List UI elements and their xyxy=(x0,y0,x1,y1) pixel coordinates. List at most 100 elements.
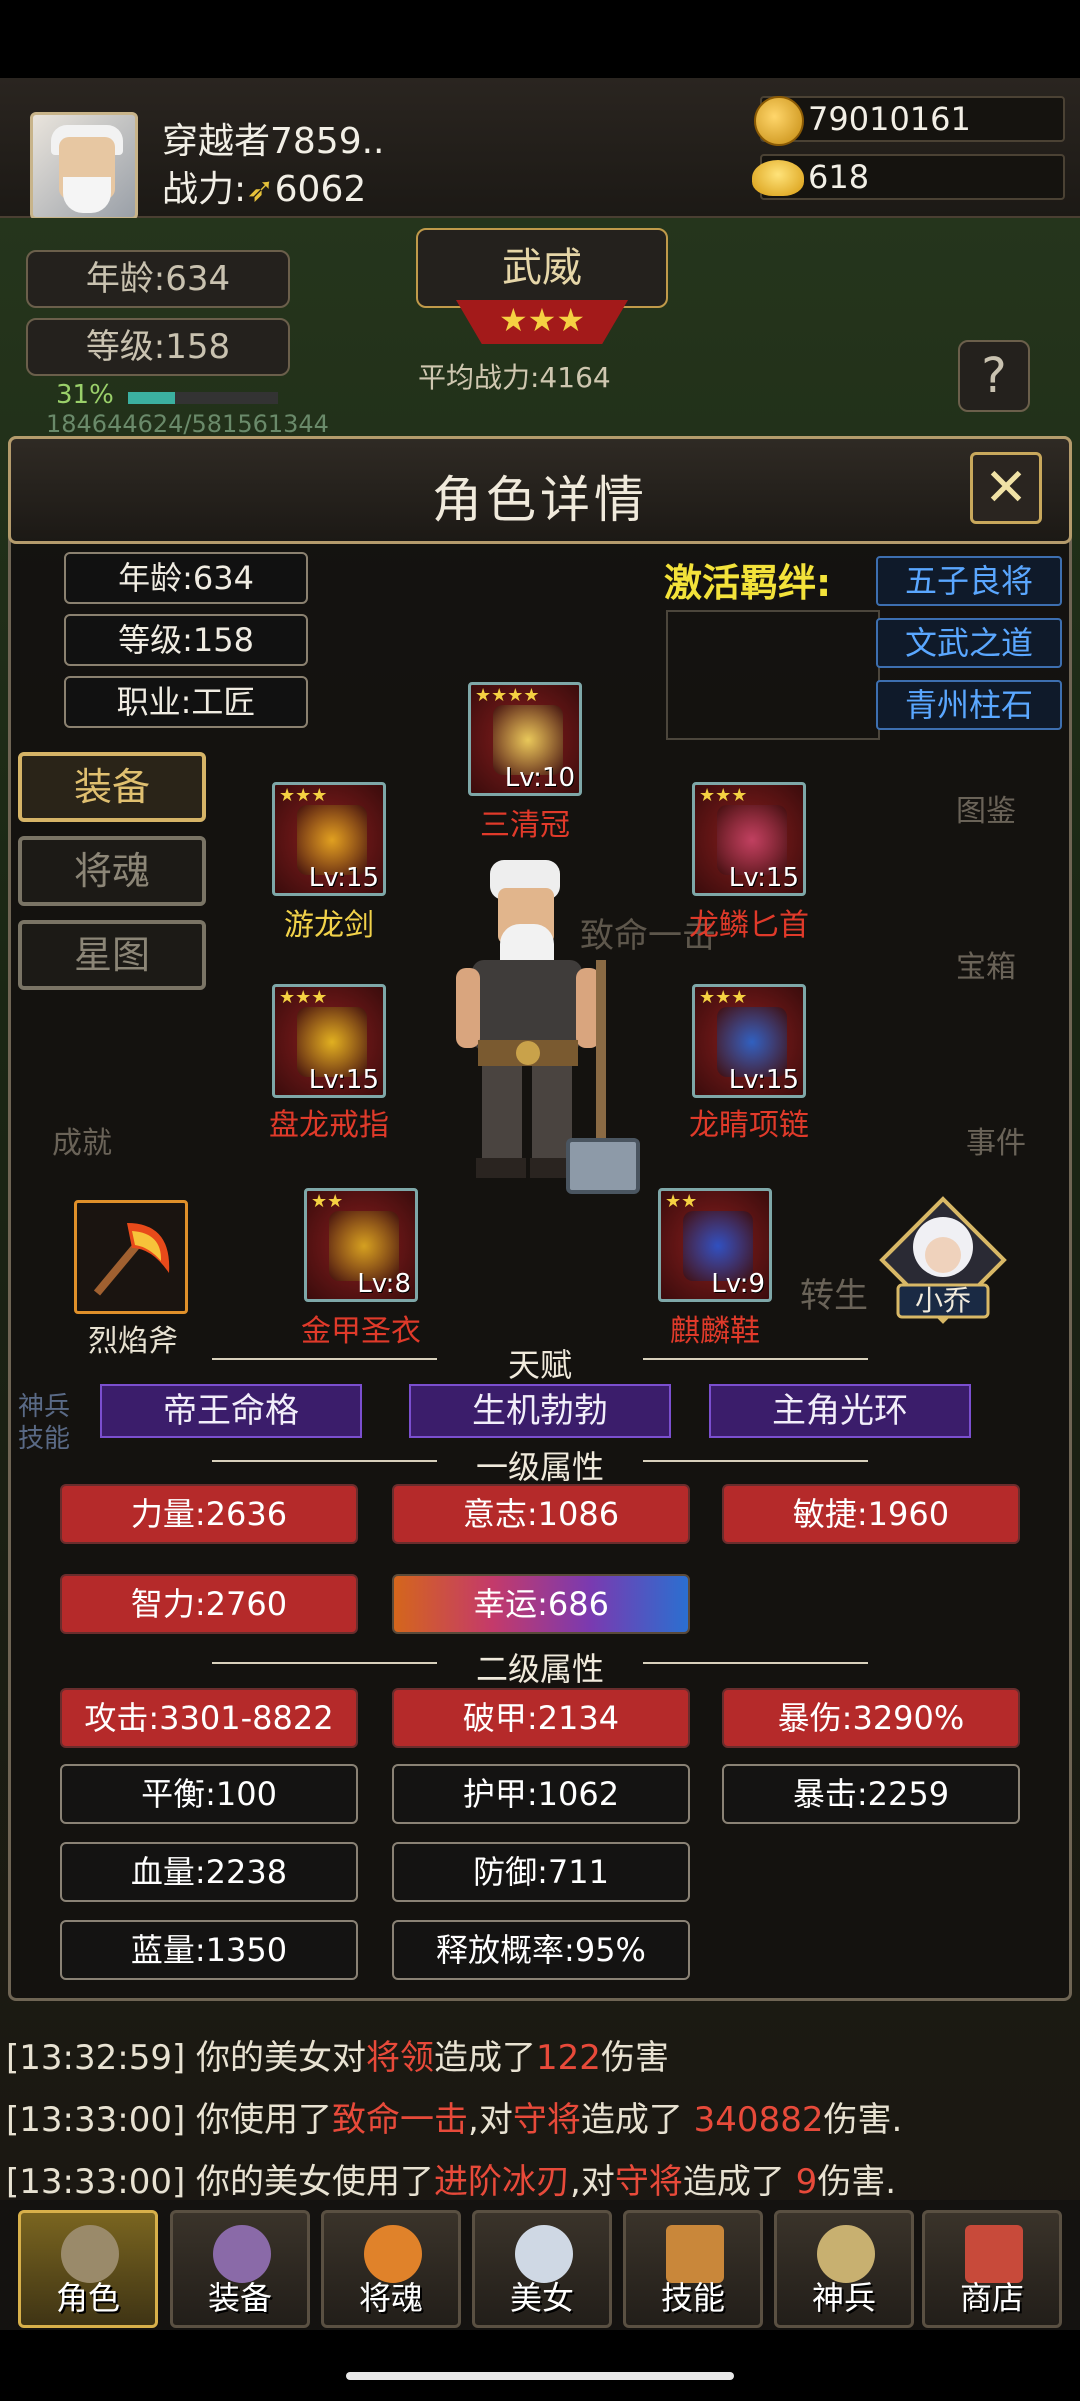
bg-side-label: 成就 xyxy=(52,1126,112,1161)
star-rating: ★★★ xyxy=(279,987,328,1008)
tab-soul[interactable]: 将魂 xyxy=(18,836,206,906)
bg-side-label: 宝箱 xyxy=(956,950,1016,985)
star-rating: ★★★ xyxy=(699,785,748,806)
close-button[interactable]: ✕ xyxy=(970,452,1042,524)
equip-slot-dagger[interactable]: ★★★ Lv:15 xyxy=(692,782,806,896)
bond-title: 激活羁绊: xyxy=(664,561,832,605)
beauty-portrait[interactable]: 小乔 xyxy=(878,1195,1008,1325)
bg-exp-text: 184644624/581561344 xyxy=(46,410,329,438)
bg-side-label: 技能 xyxy=(18,1424,71,1454)
nav-label: 神兵 xyxy=(811,2279,876,2317)
tab-star-map[interactable]: 星图 xyxy=(18,920,206,990)
bg-exp-bar xyxy=(128,392,278,404)
equip-slot-ring[interactable]: ★★★ Lv:15 xyxy=(272,984,386,1098)
attr-intellect: 智力:2760 xyxy=(60,1574,358,1634)
nav-skill[interactable]: 技能 xyxy=(623,2210,763,2328)
nav-shop[interactable]: 商店 xyxy=(922,2210,1062,2328)
gold-display[interactable]: 79010161 xyxy=(754,96,1065,146)
equip-slot-weapon[interactable]: ★★★ Lv:15 xyxy=(272,782,386,896)
equip-level: Lv:15 xyxy=(728,863,799,893)
attr-luck: 幸运:686 xyxy=(392,1574,690,1634)
bg-side-label: 事件 xyxy=(966,1126,1026,1161)
talent-tag[interactable]: 生机勃勃 xyxy=(409,1384,671,1438)
info-age: 年龄:634 xyxy=(64,552,308,604)
status-bar xyxy=(0,0,1080,78)
player-name: 穿越者7859.. xyxy=(162,121,385,162)
bg-exp-percent: 31% xyxy=(56,380,114,410)
nav-label: 美女 xyxy=(509,2279,574,2317)
nav-soul[interactable]: 将魂 xyxy=(321,2210,461,2328)
nav-divine-weapon[interactable]: 神兵 xyxy=(774,2210,914,2328)
secondary-heading: 二级属性 xyxy=(475,1650,604,1688)
equip-level: Lv:15 xyxy=(728,1065,799,1095)
log-line: [13:33:00] 你的美女使用了进阶冰刃,对守将造成了 9伤害. xyxy=(6,2162,897,2202)
bond-tag[interactable]: 文武之道 xyxy=(876,618,1062,668)
power-value: 6062 xyxy=(274,169,367,210)
attr-defense: 防御:711 xyxy=(392,1842,690,1902)
equip-level: Lv:15 xyxy=(308,1065,379,1095)
equip-slot-hat[interactable]: ★★★★ Lv:10 xyxy=(468,682,582,796)
equip-slot-boots[interactable]: ★★ Lv:9 xyxy=(658,1188,772,1302)
title-stars: ★★★ xyxy=(456,300,628,344)
equip-name: 游龙剑 xyxy=(284,908,374,943)
star-rating: ★★★ xyxy=(279,785,328,806)
ingot-display[interactable]: 618 xyxy=(752,154,1065,200)
log-line: [13:32:59] 你的美女对将领造成了122伤害 xyxy=(6,2038,669,2078)
panel-title: 角色详情 xyxy=(432,471,648,529)
equip-name: 盘龙戒指 xyxy=(269,1108,389,1143)
star-rating: ★★★ xyxy=(699,987,748,1008)
attr-crit-damage: 暴伤:3290% xyxy=(722,1688,1020,1748)
equip-level: Lv:15 xyxy=(308,863,379,893)
star-rating: ★★★★ xyxy=(475,685,540,706)
talent-heading: 天赋 xyxy=(507,1346,572,1384)
attr-will: 意志:1086 xyxy=(392,1484,690,1544)
primary-heading: 一级属性 xyxy=(475,1448,604,1486)
equip-level: Lv:9 xyxy=(711,1269,765,1299)
nav-beauty[interactable]: 美女 xyxy=(472,2210,612,2328)
home-indicator[interactable] xyxy=(346,2372,734,2380)
attr-armor-break: 破甲:2134 xyxy=(392,1688,690,1748)
weapon-name: 烈焰斧 xyxy=(88,1324,178,1359)
attr-hp: 血量:2238 xyxy=(60,1842,358,1902)
nav-character[interactable]: 角色 xyxy=(18,2210,158,2328)
beauty-name: 小乔 xyxy=(914,1284,971,1317)
equip-slot-necklace[interactable]: ★★★ Lv:15 xyxy=(692,984,806,1098)
info-level: 等级:158 xyxy=(64,614,308,666)
gold-amount: 79010161 xyxy=(808,100,971,138)
attr-attack: 攻击:3301-8822 xyxy=(60,1688,358,1748)
bg-age: 年龄:634 xyxy=(26,250,290,308)
divider xyxy=(212,1358,437,1360)
equip-slot-armor[interactable]: ★★ Lv:8 xyxy=(304,1188,418,1302)
nav-equipment[interactable]: 装备 xyxy=(170,2210,310,2328)
equip-name: 龙鳞匕首 xyxy=(689,908,809,943)
gold-ingot-icon xyxy=(752,160,804,196)
equip-name: 龙睛项链 xyxy=(689,1108,809,1143)
bond-tag[interactable]: 青州柱石 xyxy=(876,680,1062,730)
equip-name: 三清冠 xyxy=(480,808,570,843)
attr-armor: 护甲:1062 xyxy=(392,1764,690,1824)
nav-label: 装备 xyxy=(207,2279,272,2317)
weapon-slot[interactable] xyxy=(74,1200,188,1314)
attr-cast-rate: 释放概率:95% xyxy=(392,1920,690,1980)
equip-level: Lv:10 xyxy=(504,763,575,793)
bond-tag[interactable]: 五子良将 xyxy=(876,556,1062,606)
title-badge[interactable]: 武威 xyxy=(416,228,668,308)
player-power: 战力:➶6062 xyxy=(162,160,366,212)
player-avatar[interactable] xyxy=(30,112,138,220)
attr-mp: 蓝量:1350 xyxy=(60,1920,358,1980)
bg-side-label: 图鉴 xyxy=(956,794,1016,829)
talent-tag[interactable]: 帝王命格 xyxy=(100,1384,362,1438)
nav-label: 角色 xyxy=(55,2279,120,2317)
ingot-amount: 618 xyxy=(808,158,870,196)
attr-agility: 敏捷:1960 xyxy=(722,1484,1020,1544)
help-button[interactable]: ? xyxy=(958,340,1030,412)
divider xyxy=(643,1460,868,1462)
nav-label: 技能 xyxy=(660,2279,725,2317)
attr-crit: 暴击:2259 xyxy=(722,1764,1020,1824)
talent-tag[interactable]: 主角光环 xyxy=(709,1384,971,1438)
attr-balance: 平衡:100 xyxy=(60,1764,358,1824)
tab-equipment[interactable]: 装备 xyxy=(18,752,206,822)
equip-name: 麒麟鞋 xyxy=(670,1314,760,1349)
bg-level: 等级:158 xyxy=(26,318,290,376)
flame-axe-icon xyxy=(93,1223,170,1296)
